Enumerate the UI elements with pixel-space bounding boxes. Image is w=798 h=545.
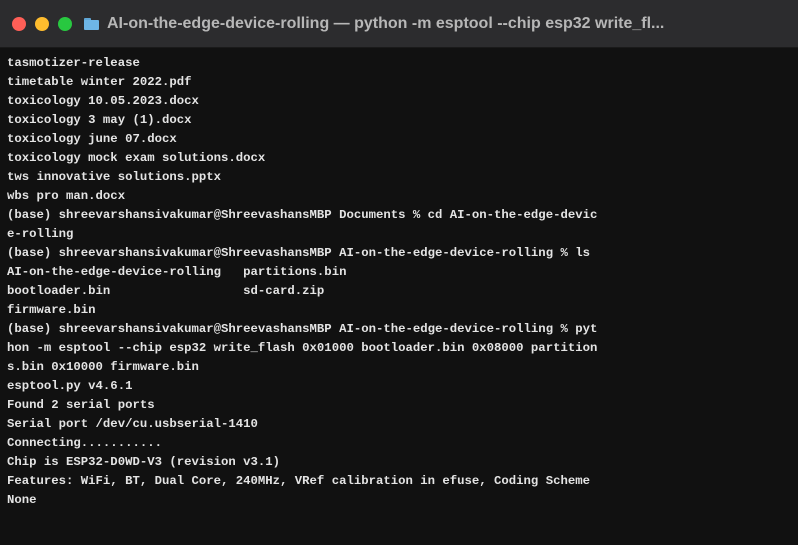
terminal-line: AI-on-the-edge-device-rolling partitions… — [7, 265, 347, 279]
terminal-line: timetable winter 2022.pdf — [7, 75, 192, 89]
terminal-line: None — [7, 493, 37, 507]
terminal-line: Features: WiFi, BT, Dual Core, 240MHz, V… — [7, 474, 590, 488]
terminal-line: (base) shreevarshansivakumar@Shreevashan… — [7, 208, 598, 222]
terminal-line: tws innovative solutions.pptx — [7, 170, 222, 184]
terminal-window: AI-on-the-edge-device-rolling — python -… — [0, 0, 798, 545]
terminal-line: e-rolling — [7, 227, 74, 241]
terminal-line: toxicology 10.05.2023.docx — [7, 94, 199, 108]
window-title: AI-on-the-edge-device-rolling — python -… — [107, 14, 665, 32]
terminal-line: toxicology 3 may (1).docx — [7, 113, 192, 127]
terminal-line: Chip is ESP32-D0WD-V3 (revision v3.1) — [7, 455, 281, 469]
terminal-line: (base) shreevarshansivakumar@Shreevashan… — [7, 322, 598, 336]
terminal-line: tasmotizer-release — [7, 56, 140, 70]
terminal-line: Connecting........... — [7, 436, 162, 450]
terminal-output[interactable]: tasmotizer-release timetable winter 2022.… — [0, 48, 798, 545]
title-bar[interactable]: AI-on-the-edge-device-rolling — python -… — [0, 0, 798, 48]
close-button[interactable] — [12, 16, 26, 31]
terminal-line: Found 2 serial ports — [7, 398, 155, 412]
terminal-line: toxicology mock exam solutions.docx — [7, 151, 266, 165]
terminal-line: Serial port /dev/cu.usbserial-1410 — [7, 417, 258, 431]
terminal-line: toxicology june 07.docx — [7, 132, 177, 146]
terminal-line: (base) shreevarshansivakumar@Shreevashan… — [7, 246, 590, 260]
terminal-line: wbs pro man.docx — [7, 189, 126, 203]
minimize-button[interactable] — [35, 16, 49, 31]
window-controls — [12, 16, 72, 31]
zoom-button[interactable] — [58, 16, 72, 31]
terminal-line: bootloader.bin sd-card.zip — [7, 284, 325, 298]
terminal-line: s.bin 0x10000 firmware.bin — [7, 360, 199, 374]
terminal-line: firmware.bin — [7, 303, 96, 317]
terminal-line: hon -m esptool --chip esp32 write_flash … — [7, 341, 598, 355]
terminal-line: esptool.py v4.6.1 — [7, 379, 133, 393]
folder-icon — [84, 17, 99, 30]
